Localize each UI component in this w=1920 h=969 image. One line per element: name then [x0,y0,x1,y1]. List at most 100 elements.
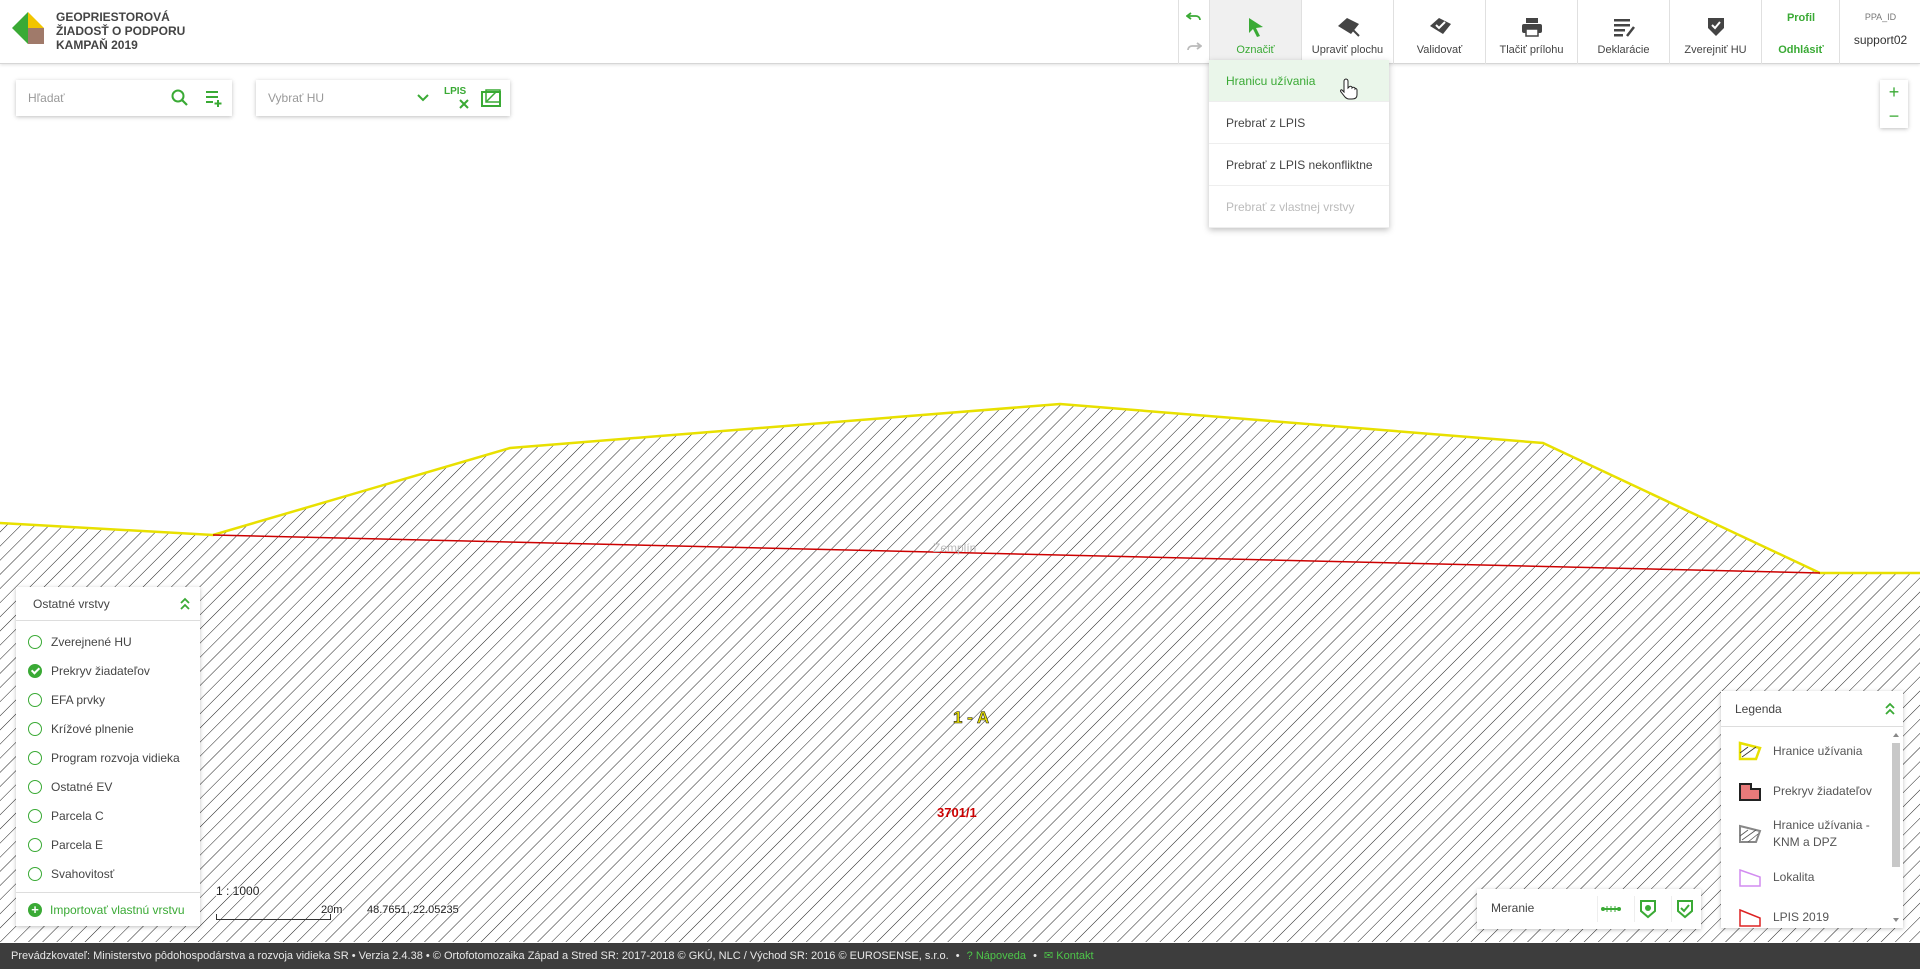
account-links: Profil Odhlásiť [1761,0,1839,64]
search-icon [171,89,188,106]
legend-item: LPIS 2019 [1721,897,1903,928]
lpis-clear-button[interactable]: LPIS [444,86,472,110]
radio-icon [28,779,42,794]
layer-item[interactable]: Ostatné EV [16,772,200,801]
legend-header: Legenda [1721,691,1903,727]
layer-label: Parcela E [51,837,104,852]
parcel-label: 3701/1 [937,805,977,820]
zoom-in-button[interactable]: + [1880,80,1908,104]
footer-text: Prevádzkovateľ: Ministerstvo pôdohospodá… [11,950,949,962]
radio-icon [28,837,42,852]
layer-item[interactable]: Krížové plnenie [16,714,200,743]
map-canvas[interactable]: Zemplín 1 - A 3701/1 [0,65,1920,942]
layer-label: Zverejnené HU [51,634,132,649]
layer-item[interactable]: Svahovitosť [16,859,200,888]
scale-ratio: 1 : 1000 [216,884,260,898]
area-shield-icon [1639,900,1656,919]
tool-select-button[interactable]: Označiť [1209,0,1301,64]
chevron-down-icon[interactable] [414,89,432,107]
redo-button[interactable] [1183,36,1205,58]
main-toolbar: Označiť Upraviť plochu Validovať Tlačiť … [1209,0,1761,64]
search-button[interactable] [170,88,190,108]
hu-select[interactable]: Vybrať HU [268,91,423,105]
legend-item: Hranice užívania [1721,731,1903,771]
import-layer-button[interactable]: + Importovať vlastnú vrstvu [16,892,200,926]
collapse-chevron-icon[interactable] [178,595,192,613]
hatched-grey-swatch-icon [1739,824,1762,843]
help-link[interactable]: ? Nápoveda [967,950,1026,962]
tool-validate-button[interactable]: Validovať [1393,0,1485,64]
tool-declarations-button[interactable]: Deklarácie [1577,0,1669,64]
undo-button[interactable] [1183,6,1205,28]
header: GEOPRIESTOROVÁ ŽIADOSŤ O PODPORU KAMPAŇ … [0,0,1920,64]
legend-panel: Legenda Hranice užívania Prekryv žiadate… [1721,691,1903,928]
legend-scrollbar[interactable] [1891,731,1901,924]
menu-item-usage-boundary[interactable]: Hranicu užívania [1209,60,1389,102]
declarations-list-icon [1613,19,1635,37]
collapse-chevron-icon[interactable] [1883,700,1897,718]
printer-icon [1521,18,1542,37]
tool-label: Označiť [1236,44,1275,56]
tool-label: Validovať [1416,44,1463,56]
radio-icon [28,692,42,707]
minus-icon: − [1888,105,1900,126]
block-label: 1 - A [953,708,989,727]
cursor-coordinates: 48.7651, 22.05235 [367,904,459,916]
legend-scrollbar-thumb[interactable] [1892,743,1900,867]
search-input[interactable] [16,80,166,116]
menu-item-take-from-lpis-nonconflict[interactable]: Prebrať z LPIS nekonfliktne [1209,144,1389,186]
measure-distance-button[interactable] [1597,896,1623,922]
layer-item[interactable]: Zverejnené HU [16,627,200,656]
help-label: Nápoveda [975,950,1026,962]
redo-icon [1187,42,1202,51]
legend-label: Prekryv žiadateľov [1773,783,1872,798]
logout-link[interactable]: Odhlásiť [1762,44,1840,56]
layer-item[interactable]: Parcela C [16,801,200,830]
violet-swatch-icon [1739,868,1761,887]
plus-circle-icon: + [28,902,42,917]
contact-link[interactable]: ✉ Kontakt [1044,950,1094,962]
layer-label: Parcela C [51,808,104,823]
select-dropdown-menu: Hranicu užívania Prebrať z LPIS Prebrať … [1209,60,1389,228]
username: support02 [1853,33,1908,47]
layers-list: Zverejnené HU Prekryv žiadateľov EFA prv… [16,621,200,888]
scroll-down-arrow-icon[interactable] [1892,916,1900,924]
profile-link[interactable]: Profil [1762,12,1840,24]
list-add-icon [206,91,222,107]
mail-icon: ✉ [1043,950,1057,962]
layer-item[interactable]: Program rozvoja vidieka [16,743,200,772]
layer-label: Ostatné EV [51,779,113,794]
publish-shield-icon [1707,18,1724,36]
red-overlap-swatch-icon [1739,783,1761,801]
radio-icon [28,750,42,765]
tool-label: Zverejniť HU [1684,44,1747,56]
tool-label: Deklarácie [1597,44,1650,56]
legend-label: Lokalita [1773,869,1815,884]
polygon-layer-icon[interactable] [480,88,502,108]
tool-print-button[interactable]: Tlačiť prílohu [1485,0,1577,64]
legend-label: Hranice užívania [1773,743,1863,758]
radio-checked-icon [28,663,42,678]
tool-label: Upraviť plochu [1311,44,1384,56]
layer-label: Krížové plnenie [51,721,134,736]
layer-item[interactable]: Parcela E [16,830,200,859]
layer-label: Program rozvoja vidieka [51,750,180,765]
legend-item: Hranice užívania - KNM a DPZ [1721,811,1903,857]
layer-item[interactable]: EFA prvky [16,685,200,714]
history-controls [1178,0,1208,64]
search-filter-button[interactable] [204,88,224,108]
layer-item[interactable]: Prekryv žiadateľov [16,656,200,685]
menu-item-take-from-lpis[interactable]: Prebrať z LPIS [1209,102,1389,144]
search-box [16,80,232,116]
map-svg[interactable]: Zemplín 1 - A 3701/1 [0,65,1920,942]
legend-label: Hranice užívania - KNM a DPZ [1773,818,1870,849]
measure-clear-button[interactable] [1671,896,1697,922]
edit-polygon-icon [1337,18,1360,37]
zoom-out-button[interactable]: − [1880,104,1908,128]
tool-edit-area-button[interactable]: Upraviť plochu [1301,0,1393,64]
app-title-line: KAMPAŇ 2019 [56,38,138,52]
scroll-up-arrow-icon[interactable] [1892,731,1900,739]
tool-publish-button[interactable]: Zverejniť HU [1669,0,1761,64]
measure-area-button[interactable] [1634,896,1660,922]
legend-title: Legenda [1735,702,1782,716]
